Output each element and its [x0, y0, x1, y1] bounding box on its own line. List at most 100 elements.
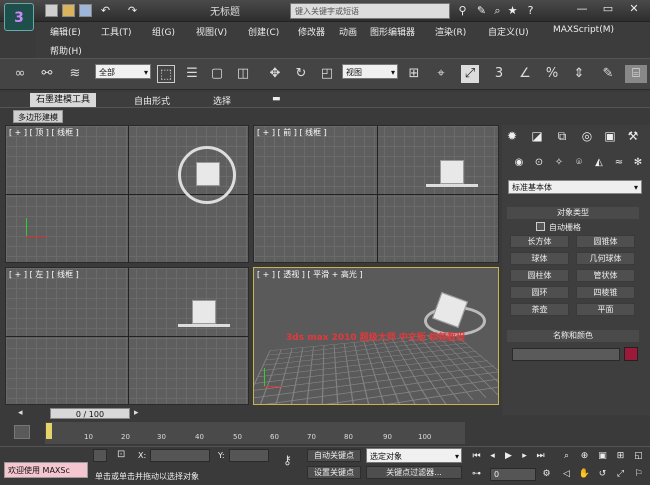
display-panel-icon[interactable]: ▣ — [601, 128, 619, 144]
y-coord-field[interactable] — [229, 449, 269, 462]
tab-graphite-modeling[interactable]: 石墨建模工具 — [30, 93, 96, 107]
window-crossing-icon[interactable]: ◫ — [234, 65, 252, 83]
zoom-extents-icon[interactable]: ▣ — [596, 450, 609, 463]
object-color-swatch[interactable] — [624, 347, 638, 361]
absolute-mode-icon[interactable]: ⊡ — [117, 449, 130, 462]
sphere-button[interactable]: 球体 — [510, 252, 569, 265]
viewport-front[interactable]: [ + ] [ 前 ] [ 线框 ] — [253, 125, 499, 263]
scale-icon[interactable]: ◰ — [318, 65, 336, 83]
zoom-icon[interactable]: ⌕ — [560, 450, 573, 463]
auto-key-button[interactable]: 自动关键点 — [307, 449, 361, 462]
torus-button[interactable]: 圆环 — [510, 286, 569, 299]
zoom-all-icon[interactable]: ⊕ — [578, 450, 591, 463]
box-object-front[interactable] — [440, 160, 464, 184]
track-bar[interactable] — [45, 422, 465, 444]
infocenter-icon[interactable]: ✎ — [475, 4, 488, 17]
key-filters-button[interactable]: 关键点过滤器... — [366, 466, 462, 479]
new-file-icon[interactable] — [45, 4, 58, 17]
pyramid-button[interactable]: 四棱锥 — [576, 286, 635, 299]
help-icon[interactable]: ? — [524, 4, 537, 17]
box-object-left[interactable] — [192, 300, 216, 324]
menu-customize[interactable]: 自定义(U) — [488, 25, 529, 38]
binoculars-icon[interactable]: ⚲ — [456, 4, 469, 17]
viewport-front-label[interactable]: [ + ] [ 前 ] [ 线框 ] — [257, 127, 327, 138]
close-button[interactable]: ✕ — [622, 0, 646, 18]
menu-tools[interactable]: 工具(T) — [101, 25, 132, 38]
selection-lock-icon[interactable] — [93, 449, 107, 462]
named-selection-icon[interactable]: ✎ — [599, 65, 617, 83]
slider-prev-icon[interactable]: ◂ — [18, 408, 23, 418]
maximize-button[interactable]: ▭ — [596, 0, 620, 18]
angle-snap-icon[interactable]: ∠ — [516, 65, 534, 83]
save-file-icon[interactable] — [79, 4, 92, 17]
pivot-center-icon[interactable]: ⊞ — [405, 65, 423, 83]
shapes-icon[interactable]: ⊙ — [531, 156, 547, 170]
set-key-button[interactable]: 设置关键点 — [307, 466, 361, 479]
key-filter-select[interactable]: 选定对象 — [366, 448, 462, 463]
create-panel-icon[interactable]: ✹ — [503, 128, 521, 144]
menu-modifiers[interactable]: 修改器 — [298, 25, 325, 38]
tube-button[interactable]: 管状体 — [576, 269, 635, 282]
spinner-snap-icon[interactable]: ⇕ — [570, 65, 588, 83]
search-input[interactable]: 键入关键字或短语 — [290, 3, 450, 19]
teapot-button[interactable]: 茶壶 — [510, 303, 569, 316]
spacewarps-icon[interactable]: ≈ — [611, 156, 627, 170]
tab-freeform[interactable]: 自由形式 — [134, 94, 170, 107]
bind-spacewarp-icon[interactable]: ≋ — [66, 65, 84, 83]
object-name-field[interactable] — [512, 348, 620, 361]
utilities-panel-icon[interactable]: ⚒ — [624, 128, 642, 144]
primitive-type-select[interactable]: 标准基本体 — [508, 180, 642, 194]
menu-help[interactable]: 帮助(H) — [50, 44, 82, 57]
hierarchy-panel-icon[interactable]: ⧉ — [553, 128, 571, 144]
current-frame-marker[interactable] — [46, 423, 52, 439]
rect-selection-icon[interactable]: ▢ — [208, 65, 226, 83]
edit-named-sets-icon[interactable]: ⌸ — [625, 65, 647, 83]
plane-button[interactable]: 平面 — [576, 303, 635, 316]
systems-icon[interactable]: ✻ — [630, 156, 646, 170]
open-file-icon[interactable] — [62, 4, 75, 17]
viewport-left-label[interactable]: [ + ] [ 左 ] [ 线框 ] — [9, 269, 79, 280]
percent-snap-icon[interactable]: % — [543, 65, 561, 83]
cameras-icon[interactable]: ⌾ — [571, 156, 587, 170]
menu-group[interactable]: 组(G) — [152, 25, 175, 38]
box-button[interactable]: 长方体 — [510, 235, 569, 248]
geosphere-button[interactable]: 几何球体 — [576, 252, 635, 265]
motion-panel-icon[interactable]: ◎ — [578, 128, 596, 144]
move-icon[interactable]: ✥ — [266, 65, 284, 83]
name-color-rollout[interactable]: 名称和颜色 — [507, 330, 639, 342]
redo-icon[interactable]: ↷ — [126, 4, 139, 17]
next-frame-icon[interactable]: ▸ — [518, 450, 531, 463]
autogrid-checkbox[interactable] — [536, 222, 545, 231]
zoom-region-icon[interactable]: ◱ — [632, 450, 645, 463]
time-slider[interactable]: 0 / 100 — [50, 408, 130, 419]
selection-filter-select[interactable]: 全部 — [95, 64, 151, 79]
subscription-icon[interactable]: ⌕ — [491, 4, 504, 17]
maximize-viewport-icon[interactable]: ⤢ — [614, 468, 627, 481]
reference-coord-select[interactable]: 视图 — [342, 64, 398, 79]
menu-graph-editors[interactable]: 图形编辑器 — [370, 25, 415, 38]
slider-next-icon[interactable]: ▸ — [134, 408, 139, 418]
link-icon[interactable]: ∞ — [11, 65, 29, 83]
menu-rendering[interactable]: 渲染(R) — [435, 25, 466, 38]
viewport-left[interactable]: [ + ] [ 左 ] [ 线框 ] — [5, 267, 249, 405]
select-by-name-icon[interactable]: ☰ — [183, 65, 201, 83]
snaps-toggle-icon[interactable]: 3 — [490, 65, 508, 83]
walkthrough-icon[interactable]: ⚐ — [632, 468, 645, 481]
key-mode-icon[interactable]: ⊶ — [470, 468, 483, 481]
time-config-icon[interactable]: ⚙ — [540, 468, 553, 481]
lights-icon[interactable]: ✧ — [551, 156, 567, 170]
unlink-icon[interactable]: ⚯ — [38, 65, 56, 83]
play-icon[interactable]: ▶ — [502, 450, 515, 463]
object-type-rollout[interactable]: 对象类型 — [507, 207, 639, 219]
orbit-icon[interactable]: ↺ — [596, 468, 609, 481]
select-object-icon[interactable]: ⬚ — [157, 65, 175, 83]
tab-selection[interactable]: 选择 — [213, 94, 231, 107]
prev-frame-icon[interactable]: ◂ — [486, 450, 499, 463]
undo-icon[interactable]: ↶ — [99, 4, 112, 17]
x-coord-field[interactable] — [150, 449, 210, 462]
fov-icon[interactable]: ◁ — [560, 468, 573, 481]
goto-start-icon[interactable]: ⏮ — [470, 450, 483, 463]
favorites-star-icon[interactable]: ★ — [506, 4, 519, 17]
menu-views[interactable]: 视图(V) — [196, 25, 227, 38]
app-logo-button[interactable]: 3 — [4, 3, 34, 31]
